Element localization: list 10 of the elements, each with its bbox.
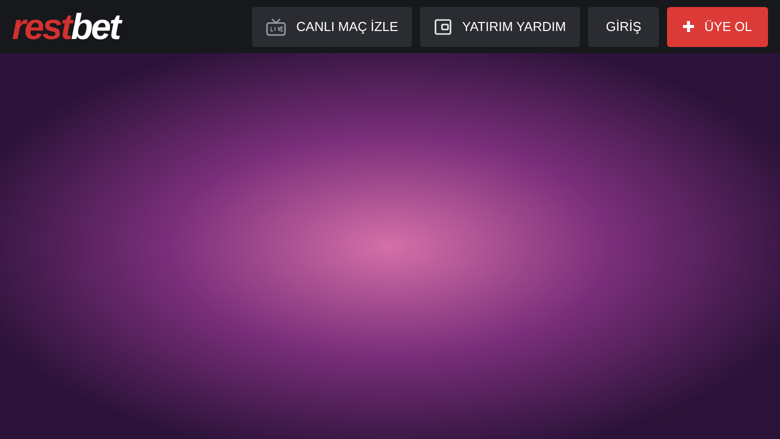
restbet-logo[interactable]: restbet bbox=[12, 8, 120, 44]
logo-text: bet bbox=[70, 8, 120, 44]
signup-button[interactable]: ÜYE OL bbox=[667, 6, 768, 46]
logo-text: rest bbox=[12, 8, 71, 44]
wallet-icon bbox=[434, 18, 452, 36]
tv-icon bbox=[266, 18, 286, 36]
plus-icon bbox=[683, 21, 694, 32]
deposit-help-button[interactable]: YATIRIM YARDIM bbox=[420, 6, 580, 46]
live-match-button[interactable]: CANLI MAÇ İZLE bbox=[252, 6, 412, 46]
login-button[interactable]: GİRİŞ bbox=[588, 6, 660, 46]
